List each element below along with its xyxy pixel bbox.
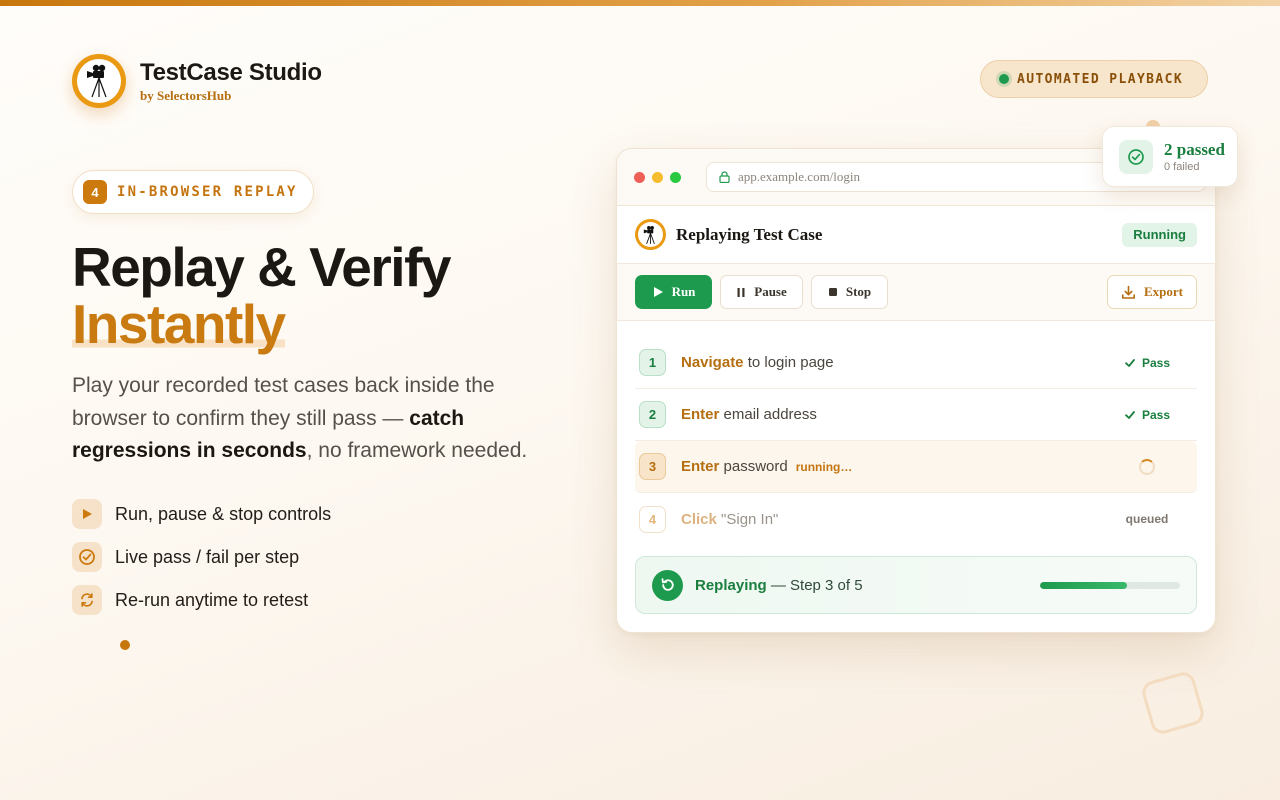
step-detail: email address (719, 406, 817, 423)
step-status: Pass (1101, 408, 1193, 422)
running-tag: running… (795, 459, 853, 474)
download-icon (1122, 285, 1135, 299)
badge-number: 4 (83, 180, 107, 204)
step-detail: "Sign In" (716, 510, 779, 528)
status-badge: Running (1122, 222, 1197, 247)
progress-fill (1040, 581, 1127, 589)
step-status: Pass (1101, 356, 1193, 370)
step-text: Navigate to login page (681, 354, 834, 371)
top-accent-bar (0, 0, 1280, 6)
brand-subtitle: by SelectorsHub (140, 87, 232, 103)
step-number: 3 (639, 453, 666, 480)
playback-label: AUTOMATED PLAYBACK (1017, 71, 1184, 87)
step-list: 1 Navigate to login page Pass 2 Enter em… (617, 321, 1215, 545)
replay-icon (652, 569, 683, 601)
run-button[interactable]: Run (635, 275, 712, 309)
step-status: queued (1125, 512, 1169, 526)
check-icon (1125, 358, 1135, 367)
step-action: Enter (681, 458, 720, 475)
stop-button-label: Stop (845, 284, 872, 299)
feature-item: Live pass / fail per step (72, 541, 331, 573)
url-text: app.example.com/login (738, 169, 861, 184)
step-detail: to login page (743, 354, 834, 371)
passed-count: 2 passed (1164, 140, 1225, 159)
close-window-dot[interactable] (634, 171, 645, 183)
pause-button[interactable]: Pause (720, 275, 803, 309)
export-button[interactable]: Export (1107, 275, 1197, 309)
panel-header: Replaying Test Case Running (617, 206, 1215, 264)
failed-count: 0 failed (1164, 161, 1200, 173)
progress-label-rest: — Step 3 of 5 (766, 576, 863, 594)
replay-toolbar: Run Pause Stop Export (617, 264, 1215, 321)
lock-icon (719, 171, 730, 183)
step-number: 1 (639, 349, 666, 376)
panel-logo (635, 219, 666, 250)
feature-label: Re-run anytime to retest (115, 589, 309, 610)
progress-track (1040, 581, 1180, 589)
stop-icon (828, 288, 837, 296)
step-text: Click "Sign In" (681, 511, 778, 528)
export-button-label: Export (1144, 284, 1183, 299)
pause-icon (737, 287, 745, 297)
headline-line-1: Replay & Verify (72, 236, 451, 298)
brand-title: TestCase Studio (140, 58, 322, 86)
headline-line-2: Instantly (72, 293, 286, 355)
step-row-active[interactable]: 3 Enter password running… (635, 441, 1197, 493)
step-text: Enter email address (681, 406, 817, 423)
step-number: 4 (639, 505, 666, 533)
brand: TestCase Studio by SelectorsHub (72, 54, 322, 108)
loading-spinner-icon (1139, 458, 1155, 475)
step-action: Navigate (681, 354, 744, 371)
decorative-dot (120, 640, 130, 650)
brand-logo (72, 54, 126, 108)
decorative-square (1139, 669, 1207, 737)
step-row[interactable]: 4 Click "Sign In" queued (635, 493, 1197, 545)
badge-label: IN-BROWSER REPLAY (117, 184, 298, 200)
feature-item: Run, pause & stop controls (72, 498, 331, 530)
panel-title: Replaying Test Case (676, 224, 823, 244)
step-number: 2 (639, 401, 666, 428)
feature-label: Run, pause & stop controls (115, 503, 332, 524)
check-circle-icon (1119, 139, 1153, 174)
feature-item: Re-run anytime to retest (72, 584, 331, 616)
check-circle-icon (72, 542, 102, 572)
step-text: Enter password (681, 458, 788, 475)
step-detail: password (719, 458, 788, 475)
feature-label: Live pass / fail per step (115, 546, 300, 567)
progress-label-bold: Replaying (695, 576, 767, 594)
stop-button[interactable]: Stop (811, 275, 888, 309)
check-icon (1125, 410, 1135, 419)
refresh-icon (72, 585, 102, 615)
camera-tripod-icon (87, 64, 107, 98)
run-button-label: Run (671, 284, 696, 299)
progress-label: Replaying — Step 3 of 5 (695, 577, 863, 594)
play-icon (72, 499, 102, 529)
browser-window: app.example.com/login Replaying Test Cas… (616, 148, 1216, 633)
headline: Replay & Verify Instantly (72, 236, 451, 355)
results-summary-card: 2 passed 0 failed (1102, 126, 1238, 187)
description-text-2: , no framework needed. (306, 439, 528, 462)
minimize-window-dot[interactable] (652, 171, 663, 183)
step-action: Click (681, 510, 717, 528)
step-status-label: Pass (1141, 407, 1171, 422)
feature-list: Run, pause & stop controls Live pass / f… (72, 498, 331, 627)
replay-progress: Replaying — Step 3 of 5 (635, 556, 1197, 614)
play-icon (653, 287, 663, 297)
step-status-label: Pass (1141, 355, 1171, 370)
camera-tripod-icon (643, 225, 655, 244)
replay-badge: 4 IN-BROWSER REPLAY (72, 170, 314, 214)
hero-description: Play your recorded test cases back insid… (72, 370, 552, 468)
live-status-dot (999, 74, 1009, 84)
maximize-window-dot[interactable] (670, 171, 681, 183)
automated-playback-pill: AUTOMATED PLAYBACK (980, 60, 1208, 98)
step-row[interactable]: 2 Enter email address Pass (635, 389, 1197, 441)
step-status (1101, 458, 1193, 475)
step-action: Enter (681, 406, 720, 423)
pause-button-label: Pause (754, 284, 787, 299)
step-row[interactable]: 1 Navigate to login page Pass (635, 337, 1197, 389)
